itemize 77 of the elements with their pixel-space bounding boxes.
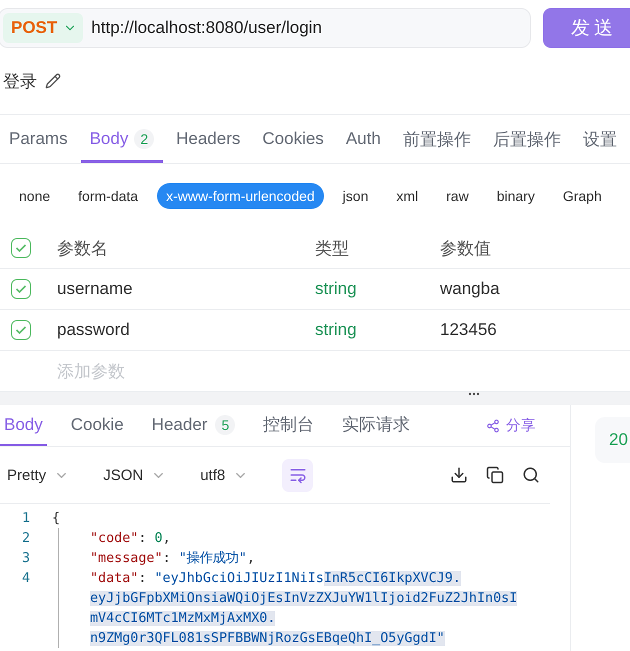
format-select[interactable]: Pretty — [7, 466, 70, 484]
line-number: 3 — [20, 550, 32, 566]
code-token: 0 — [154, 530, 163, 546]
body-type-option[interactable]: none — [10, 183, 60, 209]
code-token: "data" — [90, 570, 138, 586]
share-button[interactable]: 分享 — [480, 405, 542, 446]
request-tab[interactable]: Params — [0, 115, 77, 163]
method-select[interactable]: POST — [3, 13, 84, 43]
code-token: , — [246, 550, 255, 566]
line-number: 1 — [20, 510, 32, 526]
request-tab[interactable]: Headers — [167, 115, 250, 163]
code-token: , — [162, 530, 171, 546]
response-tab[interactable]: 控制台 — [259, 405, 318, 446]
line-number: 4 — [20, 570, 32, 586]
body-type-option[interactable]: json — [334, 183, 378, 209]
request-tab[interactable]: 前置操作 — [394, 115, 480, 163]
body-type-option[interactable]: raw — [437, 183, 478, 209]
request-tab[interactable]: Body 2 — [80, 115, 164, 163]
search-icon[interactable] — [522, 466, 540, 484]
count-badge: 5 — [215, 414, 236, 434]
code-token: mV4cCI6MTc1MzMxMjAxMX0. — [90, 610, 276, 626]
code-token: { — [52, 510, 60, 526]
code-token: : — [138, 530, 148, 546]
param-type: string — [315, 320, 358, 340]
body-type-option[interactable]: x-www-form-urlencoded — [157, 183, 324, 209]
code-token: InR5cCI6IkpXVCJ9. — [324, 570, 461, 586]
status-code: 20 — [595, 417, 630, 463]
check-icon — [15, 325, 27, 335]
param-name: username — [57, 279, 134, 299]
checkbox[interactable] — [11, 320, 31, 340]
request-tab[interactable]: Cookies — [253, 115, 333, 163]
copy-icon[interactable] — [486, 466, 504, 484]
download-icon[interactable] — [450, 466, 468, 484]
code-token: "操作成功" — [178, 550, 247, 567]
code-token: eyJjbGFpbXMiOnsiaWQiOjEsInVzZXJuYW1lIjoid2FuZ2JhIn0sI — [90, 590, 518, 606]
column-header: 参数值 — [440, 238, 492, 260]
request-tab[interactable]: Auth — [336, 115, 390, 163]
code-token: : — [162, 550, 172, 566]
share-icon — [486, 418, 500, 432]
line-number: 2 — [20, 530, 32, 546]
checkbox[interactable] — [11, 279, 31, 299]
column-header: 参数名 — [57, 238, 109, 260]
resize-handle[interactable] — [0, 392, 630, 405]
code-token: "code" — [90, 530, 138, 546]
edit-icon[interactable] — [45, 73, 61, 89]
request-title: 登录 — [3, 70, 37, 92]
code-token: "eyJhbGciOiJIUzI1NiIs — [154, 570, 324, 586]
response-tab[interactable]: Header 5 — [148, 405, 240, 446]
param-value: wangba — [440, 279, 501, 299]
response-tab[interactable]: Cookie — [66, 405, 128, 446]
url-text: http://localhost:8080/user/login — [91, 18, 322, 38]
check-icon — [15, 243, 27, 253]
response-tab[interactable]: Body — [0, 405, 47, 446]
column-header: 类型 — [315, 238, 350, 260]
code-token: : — [138, 570, 148, 586]
body-type-option[interactable]: xml — [387, 183, 428, 209]
check-icon — [15, 284, 27, 294]
body-type-option[interactable]: binary — [488, 183, 544, 209]
response-tab[interactable]: 实际请求 — [338, 405, 414, 446]
request-tab[interactable]: 设置 — [574, 115, 626, 163]
param-type: string — [315, 279, 358, 299]
param-name: password — [57, 320, 131, 340]
wrap-toggle[interactable] — [282, 458, 314, 492]
body-type-option[interactable]: Graph — [554, 183, 611, 209]
format-select[interactable]: JSON — [103, 466, 166, 484]
count-badge: 2 — [134, 129, 154, 149]
url-field[interactable]: POST http://localhost:8080/user/login — [0, 8, 531, 48]
code-token: n9ZMg0r3QFL081sSPFBBWNjRozGsEBqeQhI_O5yGgdI" — [90, 630, 445, 646]
send-button[interactable]: 发送 — [543, 8, 630, 48]
wrap-text-icon — [288, 466, 307, 484]
body-type-option[interactable]: form-data — [69, 183, 148, 209]
drag-dots-icon — [468, 392, 480, 396]
request-tab[interactable]: 后置操作 — [484, 115, 570, 163]
format-select[interactable]: utf8 — [200, 466, 248, 484]
param-value: 123456 — [440, 320, 498, 340]
code-token: "message" — [90, 550, 163, 566]
checkbox[interactable] — [11, 238, 31, 258]
